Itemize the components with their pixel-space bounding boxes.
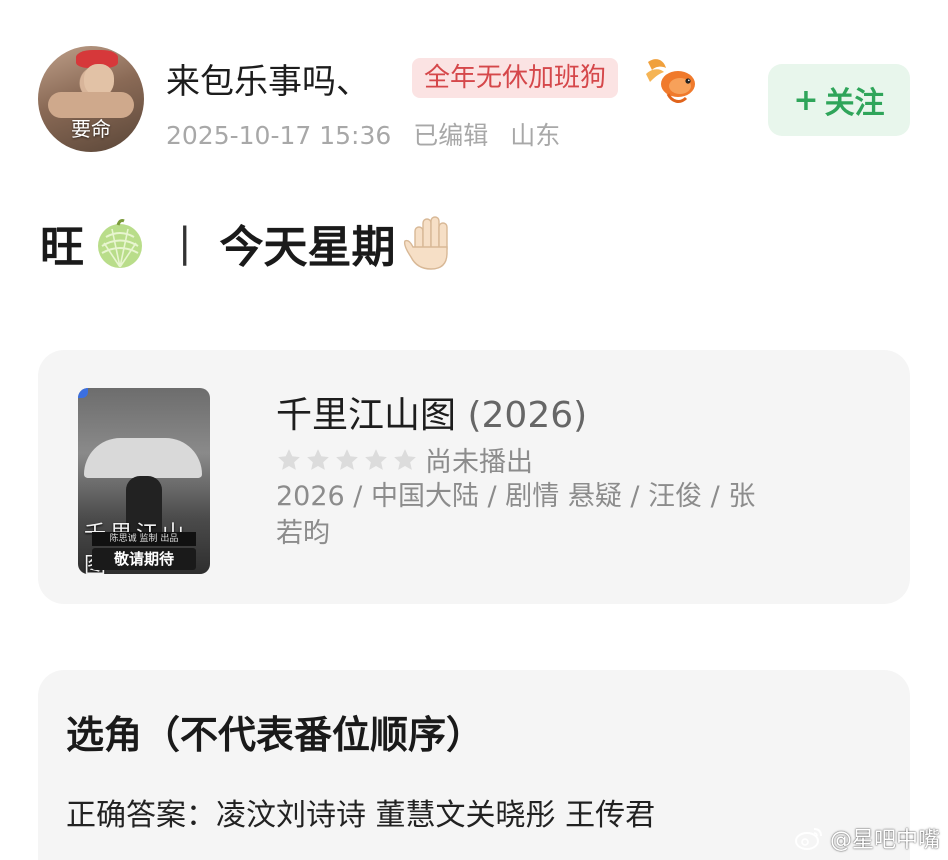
headline-text: 今天星期 [219,222,396,273]
rating-stars [276,447,421,473]
follow-button[interactable]: + 关注 [768,64,910,136]
plus-icon: + [793,82,819,118]
avatar-caption: 要命 [71,117,111,141]
post-meta: 2025-10-17 15:36 已编辑 山东 [166,116,574,152]
movie-info: 2026 / 中国大陆 / 剧情 悬疑 / 汪俊 / 张若昀 [276,481,756,549]
headline-prefix: 旺 [40,222,84,273]
movie-title[interactable]: 千里江山图 (2026) [276,386,587,438]
weibo-icon [794,828,822,850]
poster-umbrella [84,438,202,478]
post-location: 山东 [510,121,561,150]
headline-separator: | [178,220,192,266]
star-icon [336,448,358,470]
raised-hand-icon [404,216,449,270]
movie-card[interactable]: 千里江山图 陈思诚 监制 出品 敬请期待 千里江山图 (2026) 尚未播出 2… [38,350,910,604]
poster-banner: 敬请期待 [92,548,196,570]
author-avatar[interactable]: 要命 [38,46,144,152]
follow-label: 关注 [824,86,885,121]
star-icon [307,448,329,470]
poster-banner-small: 陈思诚 监制 出品 [92,532,196,546]
star-icon [394,448,416,470]
weibo-watermark: @星吧中嘴 [794,822,940,854]
casting-heading: 选角（不代表番位顺序） [66,713,485,757]
casting-answer: 正确答案：凌汶刘诗诗 董慧文关晓彤 王传君 [66,798,656,833]
movie-year: (2026) [467,395,588,436]
movie-poster[interactable]: 千里江山图 陈思诚 监制 出品 敬请期待 [78,388,210,574]
edited-label: 已编辑 [413,121,489,150]
post-headline: 旺 | 今天星期 [40,210,461,276]
melon-icon [98,219,142,268]
poster-corner-mark [78,388,88,398]
star-icon [278,448,300,470]
author-name[interactable]: 来包乐事吗、 [166,54,370,103]
casting-card: 选角（不代表番位顺序） 正确答案：凌汶刘诗诗 董慧文关晓彤 王传君 [38,670,910,860]
watermark-text: @星吧中嘴 [829,828,940,853]
goldfish-icon [646,59,695,103]
movie-rating: 尚未播出 [276,440,533,479]
movie-title-text: 千里江山图 [276,395,457,436]
star-icon [365,448,387,470]
user-title-badge: 全年无休加班狗 [412,58,619,98]
post-timestamp: 2025-10-17 15:36 [166,121,392,150]
rating-status: 尚未播出 [425,447,533,478]
